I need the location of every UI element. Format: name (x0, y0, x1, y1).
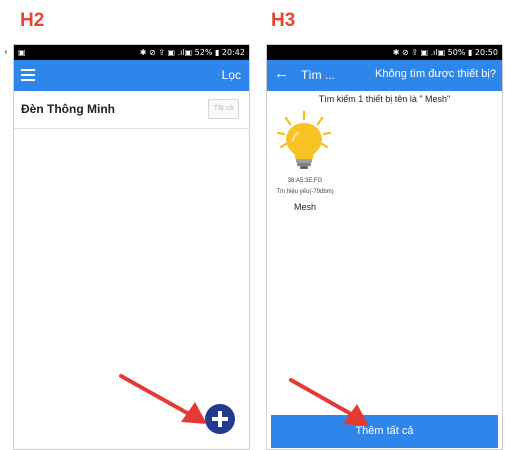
device-row[interactable]: Đèn Thông Minh Tắt cả (14, 91, 249, 129)
stray-mark: , (4, 40, 8, 55)
device-toggle[interactable]: Tắt cả (208, 99, 239, 119)
heading-h2: H2 (20, 10, 45, 31)
device-signal: Tín hiệu yếu(-79dbm) (276, 189, 334, 195)
annotation-arrow-icon (119, 374, 207, 424)
not-found-link[interactable]: Không tìm được thiết bị? (375, 68, 496, 80)
back-arrow-icon[interactable]: ← (274, 65, 289, 82)
status-bar: ✱ ⊘ ⇪ ▣ .ıl▣ 50% ▮ 20:50 (267, 45, 502, 60)
device-mac: 38:A5:3E:FG (287, 178, 323, 184)
status-system-icons: ▣ (18, 48, 26, 57)
status-right: ✱ ⊘ ⇪ ▣ .ıl▣ 52% ▮ 20:42 (139, 48, 245, 57)
status-right: ✱ ⊘ ⇪ ▣ .ıl▣ 50% ▮ 20:50 (392, 48, 498, 57)
search-result-text: Tìm kiếm 1 thiết bị tên là " Mesh" (318, 94, 451, 104)
filter-button[interactable]: Lọc (222, 68, 241, 82)
hamburger-icon[interactable] (21, 69, 35, 81)
device-name: Đèn Thông Minh (21, 102, 115, 116)
lightbulb-icon (276, 110, 332, 169)
app-bar: Lọc (14, 60, 249, 91)
device-card[interactable]: 38:A5:3E:FG Tín hiệu yếu(-79dbm) Mesh (271, 109, 339, 221)
device-name: Mesh (293, 202, 316, 212)
status-bar: ▣ ✱ ⊘ ⇪ ▣ .ıl▣ 52% ▮ 20:42 (14, 45, 249, 60)
app-bar-title: Tìm ... (301, 68, 335, 82)
heading-h3: H3 (271, 10, 296, 31)
annotation-arrow-icon (289, 378, 369, 426)
app-bar: ← Tìm ... Không tìm được thiết bị? (267, 60, 502, 91)
